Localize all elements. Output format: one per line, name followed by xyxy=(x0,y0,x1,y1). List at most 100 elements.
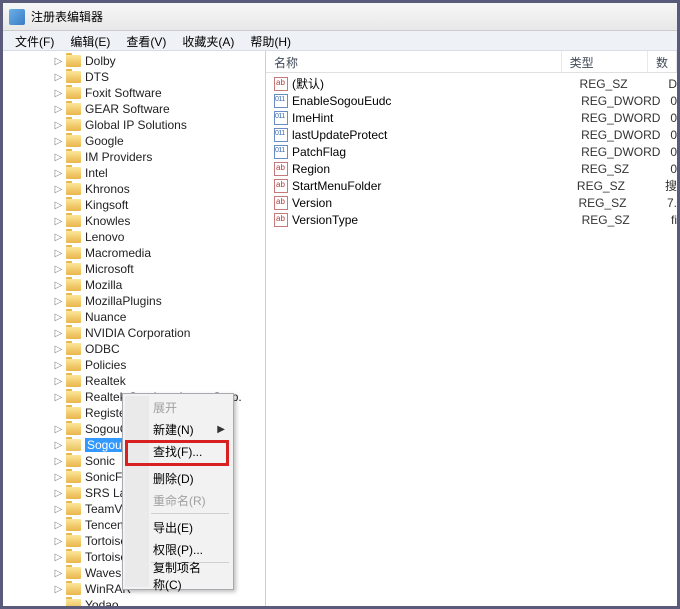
tree-label[interactable]: Knowles xyxy=(85,214,130,228)
tree-node[interactable]: ▷ Microsoft xyxy=(3,261,265,277)
expand-icon[interactable]: ▷ xyxy=(53,296,64,307)
tree-label[interactable]: Google xyxy=(85,134,124,148)
tree-label[interactable]: Kingsoft xyxy=(85,198,128,212)
tree-label[interactable]: Global IP Solutions xyxy=(85,118,187,132)
value-row[interactable]: EnableSogouEudcREG_DWORD0 xyxy=(266,92,677,109)
expand-icon[interactable]: ▷ xyxy=(53,552,64,563)
tree-label[interactable]: Intel xyxy=(85,166,108,180)
tree-node[interactable]: ▷ Macromedia xyxy=(3,245,265,261)
expand-icon[interactable]: ▷ xyxy=(53,168,64,179)
tree-label[interactable]: MozillaPlugins xyxy=(85,294,162,308)
tree-node[interactable]: ▷ MozillaPlugins xyxy=(3,293,265,309)
tree-label[interactable]: Realtek xyxy=(85,374,126,388)
expand-icon[interactable]: ▷ xyxy=(53,120,64,131)
menu-help[interactable]: 帮助(H) xyxy=(242,31,299,50)
tree-node[interactable]: Yodao xyxy=(3,597,265,606)
tree-label[interactable]: Lenovo xyxy=(85,230,124,244)
col-type[interactable]: 类型 xyxy=(562,51,648,72)
tree-node[interactable]: ▷ DTS xyxy=(3,69,265,85)
tree-node[interactable]: ▷ GEAR Software xyxy=(3,101,265,117)
expand-icon[interactable]: ▷ xyxy=(53,376,64,387)
expand-icon[interactable]: ▷ xyxy=(53,184,64,195)
tree-label[interactable]: Microsoft xyxy=(85,262,134,276)
expand-icon[interactable]: ▷ xyxy=(53,424,64,435)
expand-icon[interactable]: ▷ xyxy=(53,568,64,579)
expand-icon[interactable]: ▷ xyxy=(53,440,64,451)
tree-label[interactable]: Mozilla xyxy=(85,278,122,292)
tree-label[interactable]: DTS xyxy=(85,70,109,84)
menu-favorites[interactable]: 收藏夹(A) xyxy=(174,31,242,50)
expand-icon[interactable]: ▷ xyxy=(53,200,64,211)
expand-icon[interactable]: ▷ xyxy=(53,72,64,83)
expand-icon[interactable]: ▷ xyxy=(53,136,64,147)
expand-icon[interactable]: ▷ xyxy=(53,312,64,323)
value-row[interactable]: (默认)REG_SZD xyxy=(266,75,677,92)
value-row[interactable]: VersionTypeREG_SZfi xyxy=(266,211,677,228)
tree-node[interactable]: ▷ Lenovo xyxy=(3,229,265,245)
tree-label[interactable]: Khronos xyxy=(85,182,130,196)
expand-icon[interactable]: ▷ xyxy=(53,328,64,339)
tree-label[interactable]: IM Providers xyxy=(85,150,152,164)
tree-node[interactable]: ▷ Global IP Solutions xyxy=(3,117,265,133)
expand-icon[interactable]: ▷ xyxy=(53,536,64,547)
ctx-permissions[interactable]: 权限(P)... xyxy=(125,538,231,560)
ctx-new[interactable]: 新建(N)▶ xyxy=(125,418,231,440)
expand-icon[interactable]: ▷ xyxy=(53,264,64,275)
tree-node[interactable]: ▷NVIDIA Corporation xyxy=(3,325,265,341)
expand-icon[interactable]: ▷ xyxy=(53,88,64,99)
tree-node[interactable]: ▷ Google xyxy=(3,133,265,149)
tree-node[interactable]: ▷ IM Providers xyxy=(3,149,265,165)
expand-icon[interactable]: ▷ xyxy=(53,488,64,499)
value-row[interactable]: VersionREG_SZ7. xyxy=(266,194,677,211)
tree-node[interactable]: ▷ Policies xyxy=(3,357,265,373)
tree-label[interactable]: Yodao xyxy=(85,598,119,606)
col-data[interactable]: 数 xyxy=(648,51,677,72)
tree-label[interactable]: Macromedia xyxy=(85,246,151,260)
expand-icon[interactable]: ▷ xyxy=(53,152,64,163)
expand-icon[interactable]: ▷ xyxy=(53,344,64,355)
menu-file[interactable]: 文件(F) xyxy=(7,31,62,50)
tree-node[interactable]: ▷ Foxit Software xyxy=(3,85,265,101)
ctx-find[interactable]: 查找(F)... xyxy=(125,440,231,462)
expand-icon[interactable]: ▷ xyxy=(53,280,64,291)
tree-label[interactable]: Tortoise xyxy=(85,550,127,564)
value-row[interactable]: ImeHintREG_DWORD0 xyxy=(266,109,677,126)
tree-label[interactable]: Policies xyxy=(85,358,126,372)
expand-icon[interactable]: ▷ xyxy=(53,520,64,531)
tree-label[interactable]: ODBC xyxy=(85,342,120,356)
menu-view[interactable]: 查看(V) xyxy=(118,31,174,50)
ctx-expand[interactable]: 展开 xyxy=(125,396,231,418)
tree-node[interactable]: ▷ Realtek xyxy=(3,373,265,389)
col-name[interactable]: 名称 xyxy=(266,51,562,72)
tree-label[interactable]: Tortoise xyxy=(85,534,127,548)
tree-node[interactable]: ▷ Mozilla xyxy=(3,277,265,293)
menu-edit[interactable]: 编辑(E) xyxy=(62,31,118,50)
tree-label[interactable]: Foxit Software xyxy=(85,86,162,100)
value-row[interactable]: PatchFlagREG_DWORD0 xyxy=(266,143,677,160)
tree-label[interactable]: GEAR Software xyxy=(85,102,170,116)
expand-icon[interactable]: ▷ xyxy=(53,472,64,483)
ctx-rename[interactable]: 重命名(R) xyxy=(125,489,231,511)
expand-icon[interactable]: ▷ xyxy=(53,56,64,67)
ctx-export[interactable]: 导出(E) xyxy=(125,516,231,538)
expand-icon[interactable]: ▷ xyxy=(53,248,64,259)
expand-icon[interactable]: ▷ xyxy=(53,456,64,467)
expand-icon[interactable]: ▷ xyxy=(53,360,64,371)
tree-node[interactable]: ▷ Intel xyxy=(3,165,265,181)
value-row[interactable]: lastUpdateProtectREG_DWORD0 xyxy=(266,126,677,143)
tree-label[interactable]: Sonic xyxy=(85,454,115,468)
tree-node[interactable]: ▷ Khronos xyxy=(3,181,265,197)
tree-node[interactable]: ▷ Knowles xyxy=(3,213,265,229)
expand-icon[interactable]: ▷ xyxy=(53,584,64,595)
expand-icon[interactable]: ▷ xyxy=(53,232,64,243)
tree-label[interactable]: Tencent xyxy=(85,518,127,532)
expand-icon[interactable]: ▷ xyxy=(53,504,64,515)
value-row[interactable]: RegionREG_SZ0 xyxy=(266,160,677,177)
expand-icon[interactable]: ▷ xyxy=(53,216,64,227)
ctx-copy-key-name[interactable]: 复制项名称(C) xyxy=(125,565,231,587)
expand-icon[interactable]: ▷ xyxy=(53,104,64,115)
tree-node[interactable]: ▷ Dolby xyxy=(3,53,265,69)
tree-node[interactable]: ▷Nuance xyxy=(3,309,265,325)
ctx-delete[interactable]: 删除(D) xyxy=(125,467,231,489)
tree-label[interactable]: Dolby xyxy=(85,54,116,68)
